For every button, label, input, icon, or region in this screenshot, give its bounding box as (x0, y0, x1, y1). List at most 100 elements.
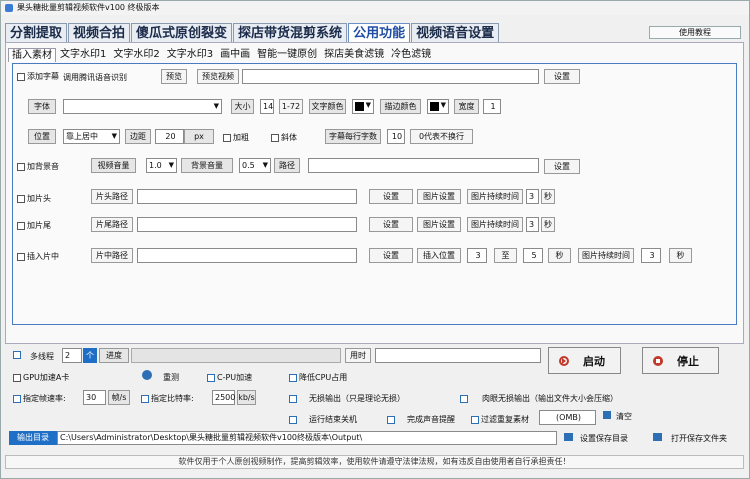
checkbox-box[interactable] (271, 133, 279, 142)
head-path-button[interactable]: 片头路径 (91, 189, 133, 204)
set-save-dir-button[interactable]: 设置保存目录 (580, 433, 628, 444)
subtab-watermark-3[interactable]: 文字水印3 (164, 48, 216, 62)
font-button[interactable]: 字体 (28, 99, 56, 114)
add-head-checkbox[interactable]: 加片头 (17, 193, 51, 204)
chars-per-line-input[interactable]: 10 (387, 129, 405, 144)
insert-to-input[interactable]: 5 (523, 248, 543, 263)
checkbox-box[interactable] (17, 162, 25, 171)
checkbox-box[interactable] (13, 373, 21, 382)
stop-button[interactable]: 停止 (642, 347, 719, 374)
checkbox-box[interactable] (141, 394, 149, 403)
checkbox-box[interactable] (17, 221, 25, 230)
middle-settings-button[interactable]: 设置 (369, 248, 413, 263)
subtab-insert-material[interactable]: 插入素材 (8, 48, 56, 62)
head-settings-button[interactable]: 设置 (369, 189, 413, 204)
add-subtitle-checkbox[interactable]: 添加字幕 (17, 71, 59, 82)
preview-button[interactable]: 预览 (161, 69, 187, 84)
video-volume-button[interactable]: 视频音量 (91, 158, 136, 173)
subtab-cold-filter[interactable]: 冷色滤镜 (388, 48, 434, 62)
checkbox-box[interactable] (13, 394, 21, 403)
lossless-checkbox[interactable]: 无损输出（只是理论无损） (289, 393, 405, 404)
gpu-checkbox[interactable]: GPU加速A卡 (13, 372, 69, 383)
tab-common[interactable]: 公用功能 (348, 23, 411, 42)
sound-checkbox[interactable]: 完成声音提醒 (387, 414, 455, 425)
insert-position-button[interactable]: 插入位置 (417, 248, 461, 263)
text-color-button[interactable]: 文字颜色 (309, 99, 346, 114)
size-button[interactable]: 大小 (231, 99, 254, 114)
middle-duration-input[interactable]: 3 (641, 248, 661, 263)
insert-from-input[interactable]: 3 (467, 248, 487, 263)
stroke-color-button[interactable]: 描边颜色 (380, 99, 421, 114)
preview-video-button[interactable]: 预览视频 (197, 69, 239, 84)
italic-checkbox[interactable]: 斜体 (271, 132, 297, 143)
fps-input[interactable]: 30 (83, 390, 106, 405)
checkbox-box[interactable] (17, 252, 25, 261)
set-fps-checkbox[interactable]: 指定帧速率: (13, 393, 66, 404)
bgm-path-button[interactable]: 路径 (274, 158, 300, 173)
insert-middle-checkbox[interactable]: 插入片中 (17, 251, 59, 262)
position-select[interactable]: 靠上居中 ▼ (63, 129, 120, 144)
font-size-input[interactable]: 14 (260, 99, 274, 114)
checkbox-box[interactable] (17, 194, 25, 203)
checkbox-box[interactable] (387, 415, 395, 424)
bold-checkbox[interactable]: 加粗 (223, 132, 249, 143)
subtab-watermark-1[interactable]: 文字水印1 (57, 48, 109, 62)
output-dir-input[interactable]: C:\Users\Administrator\Desktop\果头糖批量剪辑视频… (57, 431, 557, 445)
cpu-checkbox[interactable]: C-PU加速 (207, 372, 252, 383)
subtitle-settings-button[interactable]: 设置 (544, 69, 580, 84)
lower-cpu-checkbox[interactable]: 降低CPU占用 (289, 372, 347, 383)
chars-per-line-button[interactable]: 字幕每行字数 (325, 129, 381, 144)
shutdown-checkbox[interactable]: 运行结束关机 (289, 414, 357, 425)
tail-image-settings-button[interactable]: 图片设置 (417, 217, 461, 232)
middle-path-input[interactable] (137, 248, 357, 263)
checkbox-box[interactable] (223, 133, 231, 142)
tail-settings-button[interactable]: 设置 (369, 217, 413, 232)
width-button[interactable]: 宽度 (454, 99, 479, 114)
bgm-path-input[interactable] (308, 158, 539, 173)
subtab-food-filter[interactable]: 探店美食滤镜 (321, 48, 387, 62)
add-tail-checkbox[interactable]: 加片尾 (17, 220, 51, 231)
checkbox-box[interactable] (207, 373, 215, 382)
visual-lossless-checkbox[interactable]: 肉眼无损输出（输出文件大小会压缩） (460, 393, 618, 404)
text-color-swatch[interactable]: ▼ (352, 99, 374, 114)
margin-input[interactable]: 20 (155, 129, 184, 144)
margin-button[interactable]: 边距 (125, 129, 151, 144)
retest-link[interactable]: 重测 (163, 372, 179, 383)
checkbox-box[interactable] (13, 351, 21, 359)
subtab-watermark-2[interactable]: 文字水印2 (110, 48, 162, 62)
checkbox-box[interactable] (17, 72, 25, 81)
set-bitrate-checkbox[interactable]: 指定比特率: (141, 393, 194, 404)
tail-path-button[interactable]: 片尾路径 (91, 217, 133, 232)
stroke-width-input[interactable]: 1 (483, 99, 501, 114)
open-save-folder-button[interactable]: 打开保存文件夹 (671, 433, 727, 444)
head-duration-input[interactable]: 3 (526, 189, 539, 204)
font-select[interactable]: ▼ (63, 99, 222, 114)
checkbox-box[interactable] (289, 415, 297, 424)
checkbox-box[interactable] (471, 415, 479, 424)
bg-volume-button[interactable]: 背景音量 (181, 158, 233, 173)
subtitle-input[interactable] (242, 69, 539, 84)
tab-voice-settings[interactable]: 视频语音设置 (411, 23, 500, 42)
filter-dup-checkbox[interactable]: 过滤重复素材 (471, 414, 529, 425)
multithread-checkbox[interactable] (13, 351, 23, 359)
tutorial-button[interactable]: 使用教程 (649, 26, 741, 39)
head-image-settings-button[interactable]: 图片设置 (417, 189, 461, 204)
checkbox-box[interactable] (460, 394, 468, 403)
bgm-settings-button[interactable]: 设置 (544, 159, 580, 174)
checkbox-box[interactable] (289, 394, 297, 403)
tab-store-mix[interactable]: 探店带货混剪系统 (233, 23, 348, 42)
tab-original-fission[interactable]: 傻瓜式原创裂变 (131, 23, 233, 42)
start-button[interactable]: 启动 (548, 347, 621, 374)
position-button[interactable]: 位置 (28, 129, 56, 144)
tail-path-input[interactable] (137, 217, 357, 232)
thread-count-input[interactable]: 2 (62, 348, 82, 363)
stroke-color-swatch[interactable]: ▼ (427, 99, 449, 114)
add-bgm-checkbox[interactable]: 加背景音 (17, 161, 59, 172)
middle-path-button[interactable]: 片中路径 (91, 248, 133, 263)
tab-video-duet[interactable]: 视频合拍 (68, 23, 131, 42)
video-volume-select[interactable]: 1.0 ▼ (146, 158, 177, 173)
tail-duration-input[interactable]: 3 (526, 217, 539, 232)
subtab-smart-original[interactable]: 智能一键原创 (254, 48, 320, 62)
tab-split[interactable]: 分割提取 (5, 23, 68, 42)
clear-button[interactable]: 清空 (616, 411, 632, 422)
